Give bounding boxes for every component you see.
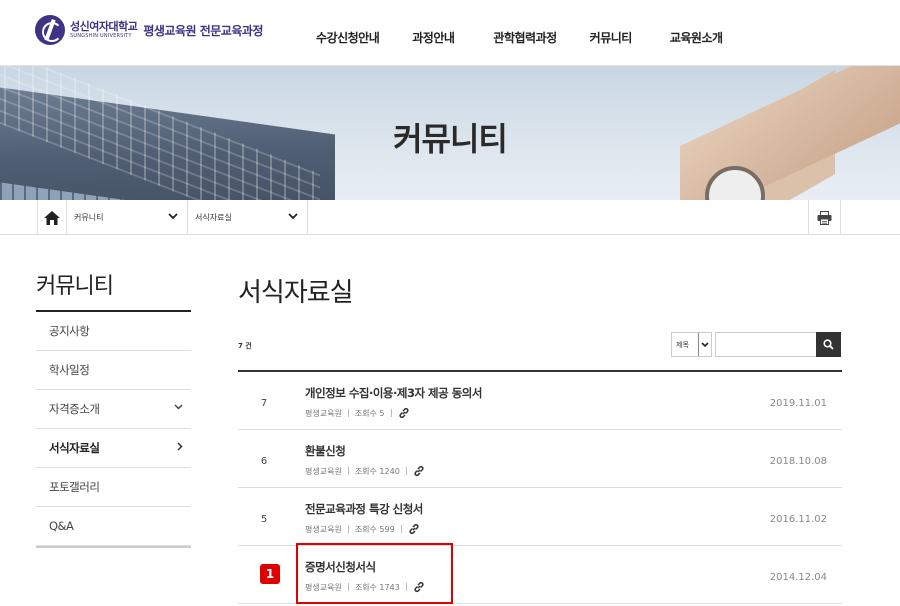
row-date: 2018.10.08	[769, 456, 827, 467]
row-views: 조회수 5	[354, 408, 385, 418]
row-views: 조회수 1240	[354, 466, 400, 476]
sidebar-item-forms[interactable]: 서식자료실	[36, 429, 191, 468]
home-button[interactable]	[37, 200, 67, 235]
row-date: 2016.11.02	[769, 514, 827, 525]
annotation-badge: 1	[260, 564, 280, 584]
sidebar-item-label: 자격증소개	[49, 402, 100, 416]
sidebar-item-qna[interactable]: Q&A	[36, 507, 191, 546]
banner-title: 커뮤니티	[393, 120, 508, 158]
sidebar-item-schedule[interactable]: 학사일정	[36, 351, 191, 390]
row-title-link[interactable]: 환불신청	[305, 443, 346, 459]
table-row: 5 전문교육과정 특강 신청서 평생교육원 조회수 599 2016.11.02	[238, 488, 842, 546]
row-writer: 평생교육원	[305, 408, 342, 418]
search-field-select[interactable]: 제목	[671, 332, 712, 357]
site-header: 성신여자대학교 SUNGSHIN UNIVERSITY 평생교육원 전문교육과정…	[0, 0, 900, 66]
home-icon	[44, 210, 60, 225]
nav-item-partnership[interactable]: 관학협력과정	[493, 29, 557, 46]
location-dropdown-level2[interactable]: 서식자료실	[188, 200, 308, 235]
row-number: 7	[260, 398, 268, 409]
search-input[interactable]	[715, 332, 817, 357]
chevron-down-icon	[174, 404, 183, 410]
sidebar-item-label: 서식자료실	[49, 441, 100, 455]
table-row: 6 환불신청 평생교육원 조회수 1240 2018.10.08	[238, 430, 842, 488]
chevron-down-icon	[168, 213, 178, 220]
row-title-link[interactable]: 전문교육과정 특강 신청서	[305, 501, 423, 517]
search-icon	[823, 339, 834, 350]
sidebar-item-certificates[interactable]: 자격증소개	[36, 390, 191, 429]
link-icon[interactable]	[413, 465, 425, 477]
logo-korean-name: 성신여자대학교	[70, 20, 138, 33]
sidebar-item-label: Q&A	[49, 519, 74, 533]
location-level2-label: 서식자료실	[195, 213, 232, 222]
location-bar: 커뮤니티 서식자료실	[0, 200, 900, 235]
row-number: 6	[260, 456, 268, 467]
search-button[interactable]	[816, 332, 841, 357]
sidebar-item-label: 학사일정	[49, 363, 90, 377]
university-emblem-icon	[35, 15, 65, 45]
link-icon[interactable]	[408, 523, 420, 535]
chevron-down-icon	[288, 213, 298, 220]
chevron-right-icon	[177, 442, 183, 451]
nav-item-community[interactable]: 커뮤니티	[590, 29, 633, 46]
sidebar-item-label: 공지사항	[49, 324, 90, 338]
logo-english-name: SUNGSHIN UNIVERSITY	[70, 33, 132, 39]
printer-icon	[817, 210, 832, 225]
row-date: 2014.12.04	[769, 572, 827, 583]
row-title-link[interactable]: 개인정보 수집·이용·제3자 제공 동의서	[305, 385, 482, 401]
nav-item-about[interactable]: 교육원소개	[670, 29, 723, 46]
print-button[interactable]	[808, 200, 841, 235]
row-writer: 평생교육원	[305, 466, 342, 476]
row-views: 조회수 599	[354, 524, 395, 534]
row-writer: 평생교육원	[305, 524, 342, 534]
chevron-down-icon	[701, 341, 709, 347]
search-field-value: 제목	[676, 341, 689, 349]
nav-item-registration[interactable]: 수강신청안내	[316, 29, 380, 46]
site-logo[interactable]: 성신여자대학교 SUNGSHIN UNIVERSITY 평생교육원 전문교육과정	[35, 15, 263, 45]
row-date: 2019.11.01	[769, 398, 827, 409]
sidebar-item-notice[interactable]: 공지사항	[36, 312, 191, 351]
sidebar-item-gallery[interactable]: 포토갤러리	[36, 468, 191, 507]
page-title: 서식자료실	[238, 278, 354, 308]
location-level1-label: 커뮤니티	[74, 213, 104, 222]
location-dropdown-level1[interactable]: 커뮤니티	[67, 200, 188, 235]
nav-item-courses[interactable]: 과정안내	[412, 29, 455, 46]
logo-subtitle: 평생교육원 전문교육과정	[143, 23, 263, 38]
sidebar-item-label: 포토갤러리	[49, 480, 100, 494]
table-row: 7 개인정보 수집·이용·제3자 제공 동의서 평생교육원 조회수 5 2019…	[238, 372, 842, 430]
main-nav: 수강신청안내 과정안내 관학협력과정 커뮤니티 교육원소개	[300, 29, 723, 46]
page-banner: 커뮤니티	[0, 66, 900, 200]
sidebar: 커뮤니티 공지사항 학사일정 자격증소개 서식자료실 포토갤러리 Q&A	[36, 270, 191, 548]
link-icon[interactable]	[398, 407, 410, 419]
annotation-highlight-box	[296, 543, 453, 604]
post-count: 7 건	[238, 342, 252, 350]
sidebar-title: 커뮤니티	[36, 270, 191, 312]
row-number: 5	[260, 514, 268, 525]
